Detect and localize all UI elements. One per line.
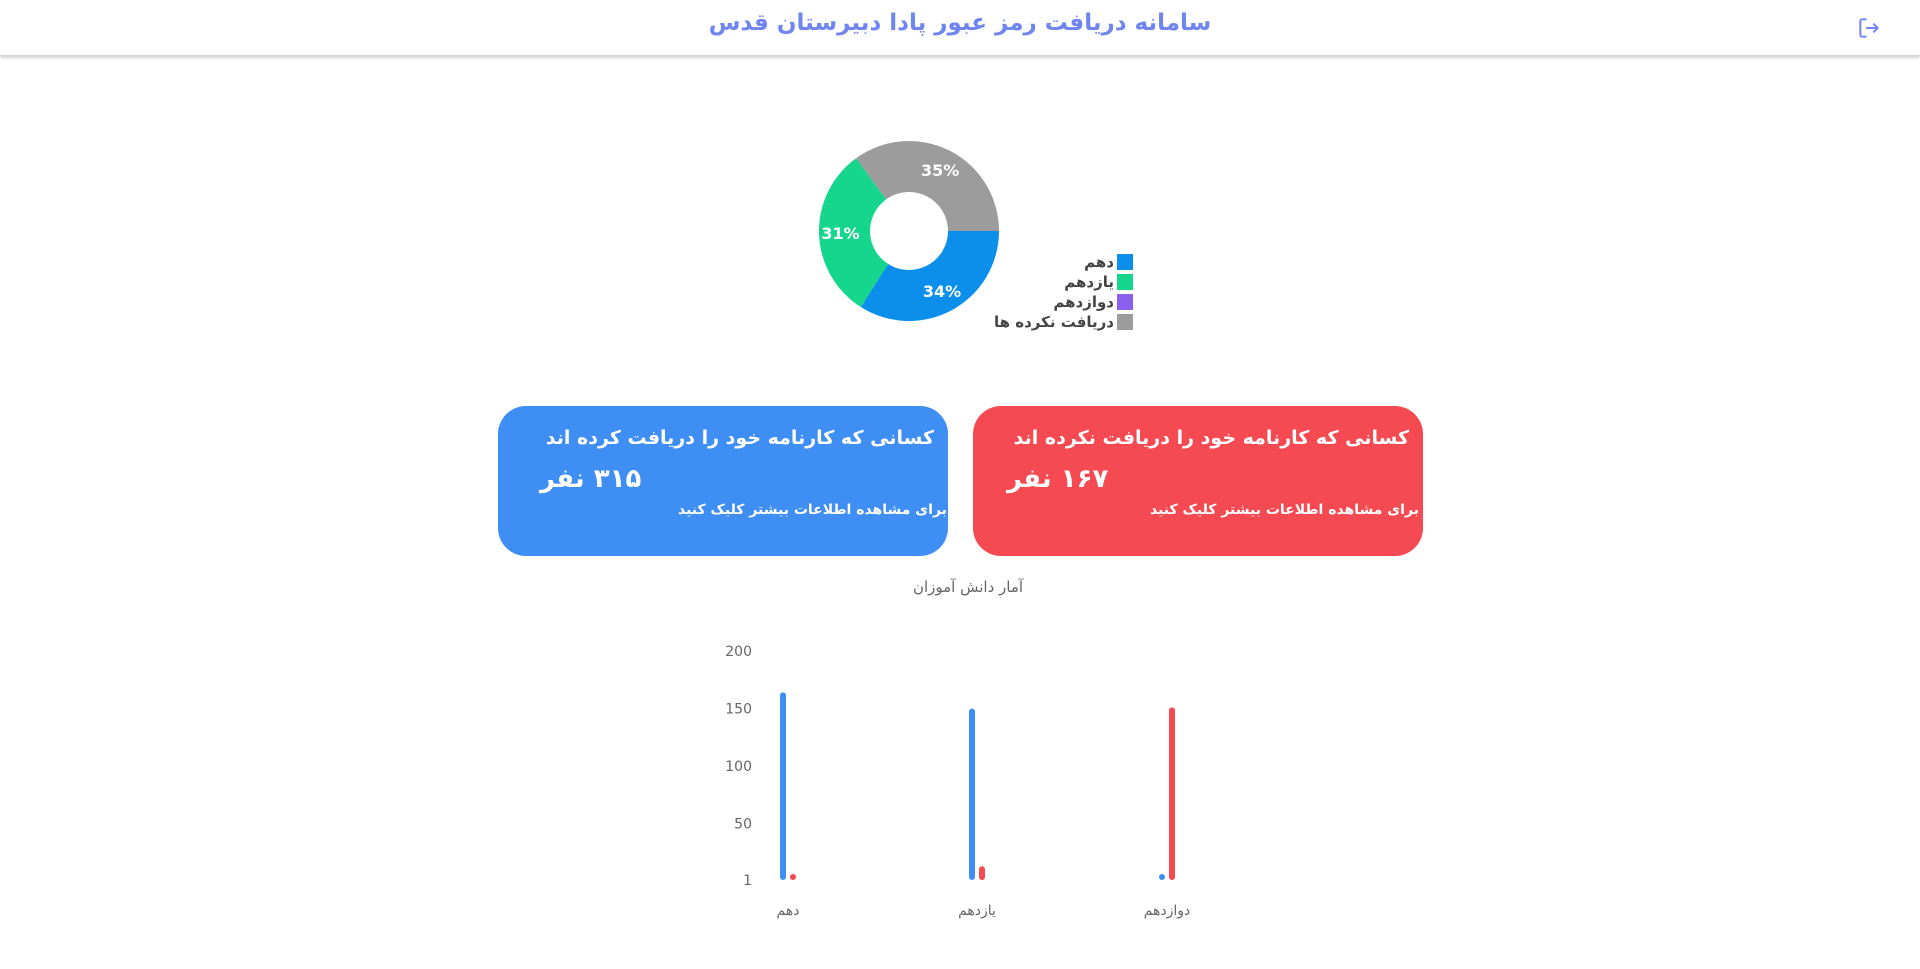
legend-label: دهم — [1084, 253, 1114, 271]
page-title: سامانه دریافت رمز عبور پادا دبیرستان قدس — [708, 10, 1212, 36]
legend-item-eleventh[interactable]: یازدهم — [1000, 272, 1133, 292]
donut-slice-label: 35% — [921, 161, 959, 180]
donut-slice[interactable] — [856, 141, 999, 231]
not-received-count: ۱۶۷ نفر — [1007, 464, 1109, 494]
y-tick-label: 50 — [734, 817, 752, 833]
donut-slice[interactable] — [860, 231, 999, 321]
bar[interactable] — [969, 708, 975, 880]
x-category-label: دهم — [777, 903, 800, 919]
legend-swatch — [1117, 314, 1133, 330]
legend-swatch — [1117, 294, 1133, 310]
not-received-card-hint: برای مشاهده اطلاعات بیشتر کلیک کنید — [1150, 502, 1419, 518]
y-tick-label: 1 — [743, 873, 752, 889]
bar[interactable] — [790, 874, 796, 880]
legend-swatch — [1117, 254, 1133, 270]
not-received-card-title: کسانی که کارنامه خود را دریافت نکرده اند — [1013, 427, 1409, 449]
received-count: ۳۱۵ نفر — [540, 464, 642, 494]
legend-item-not-received[interactable]: دریافت نکرده ها — [994, 312, 1133, 332]
received-card-hint: برای مشاهده اطلاعات بیشتر کلیک کنید — [678, 502, 947, 518]
bar[interactable] — [1159, 874, 1165, 880]
legend-label: دوازدهم — [1053, 293, 1114, 311]
donut-legend: دهم یازدهم دوازدهم دریافت نکرده ها — [994, 252, 1133, 332]
bar[interactable] — [979, 866, 985, 880]
received-card-title: کسانی که کارنامه خود را دریافت کرده اند — [545, 427, 934, 449]
y-tick-label: 150 — [725, 702, 752, 718]
legend-item-tenth[interactable]: دهم — [1000, 252, 1133, 272]
legend-label: یازدهم — [1064, 273, 1114, 291]
not-received-card[interactable]: کسانی که کارنامه خود را دریافت نکرده اند… — [973, 406, 1423, 556]
y-tick-label: 200 — [725, 644, 752, 660]
x-category-label: یازدهم — [958, 903, 996, 919]
bar-chart: 150100150200دهم یازدهم دوازدهم — [725, 644, 1191, 919]
donut-slice-label: 31% — [821, 224, 859, 243]
legend-item-twelfth[interactable]: دوازدهم — [1000, 292, 1133, 312]
bar[interactable] — [780, 692, 786, 880]
y-tick-label: 100 — [725, 759, 752, 775]
bar-chart-title: آمار دانش آموزان — [912, 578, 1024, 596]
received-card[interactable]: کسانی که کارنامه خود را دریافت کرده اند … — [498, 406, 948, 556]
donut-slice-label: 34% — [923, 282, 961, 301]
logout-icon — [1859, 18, 1879, 38]
bar[interactable] — [1169, 707, 1175, 880]
donut-chart: 34% 31% 35% — [816, 138, 1002, 324]
logout-button[interactable] — [1856, 15, 1882, 41]
legend-label: دریافت نکرده ها — [993, 313, 1114, 331]
x-category-label: دوازدهم — [1144, 903, 1191, 919]
legend-swatch — [1117, 274, 1133, 290]
app-header: سامانه دریافت رمز عبور پادا دبیرستان قدس — [0, 0, 1920, 56]
